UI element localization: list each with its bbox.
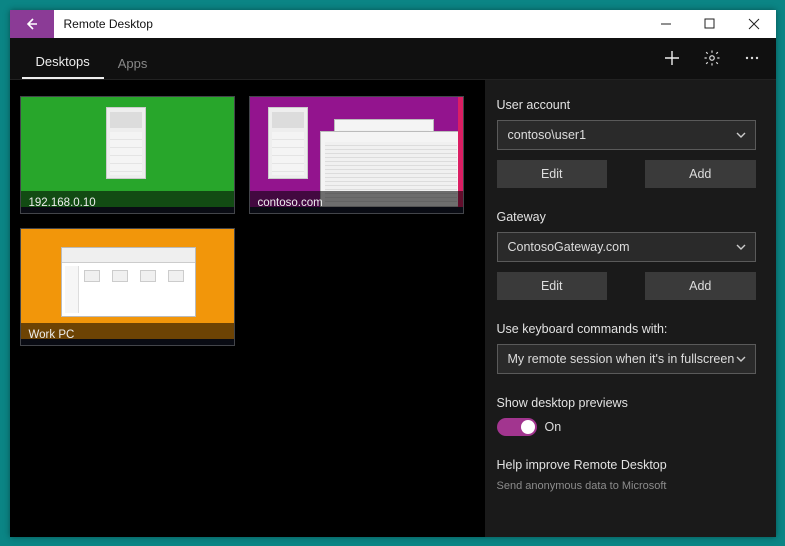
user-account-select[interactable]: contoso\user1: [497, 120, 756, 150]
arrow-left-icon: [24, 16, 40, 32]
gear-icon: [703, 49, 721, 67]
app-window: Remote Desktop Desktops Apps: [10, 10, 776, 537]
previews-toggle[interactable]: [497, 418, 537, 436]
minimize-button[interactable]: [644, 10, 688, 38]
tabs: Desktops Apps: [10, 38, 162, 79]
gateway-label: Gateway: [497, 210, 756, 224]
previews-section: Show desktop previews On: [497, 396, 756, 436]
close-icon: [748, 18, 760, 30]
gateway-add-button[interactable]: Add: [645, 272, 756, 300]
gateway-section: Gateway ContosoGateway.com Edit Add: [497, 210, 756, 300]
previews-state: On: [545, 420, 562, 434]
tile-label: contoso.com: [250, 191, 463, 213]
tile-label: Work PC: [21, 323, 234, 345]
more-icon: [743, 49, 761, 67]
keyboard-section: Use keyboard commands with: My remote se…: [497, 322, 756, 374]
tab-apps[interactable]: Apps: [104, 46, 162, 79]
settings-panel: User account contoso\user1 Edit Add Gate…: [485, 80, 776, 537]
settings-button[interactable]: [692, 37, 732, 79]
close-button[interactable]: [732, 10, 776, 38]
tab-desktops[interactable]: Desktops: [22, 44, 104, 79]
more-button[interactable]: [732, 37, 772, 79]
plus-icon: [663, 49, 681, 67]
desktop-tile[interactable]: 192.168.0.10: [20, 96, 235, 214]
titlebar: Remote Desktop: [10, 10, 776, 38]
keyboard-select[interactable]: My remote session when it's in fullscree…: [497, 344, 756, 374]
desktop-tile[interactable]: contoso.com: [249, 96, 464, 214]
body: 192.168.0.10 contoso.com: [10, 80, 776, 537]
chevron-down-icon: [735, 129, 747, 141]
chevron-down-icon: [735, 353, 747, 365]
back-button[interactable]: [10, 10, 54, 38]
tabbar-actions: [652, 38, 776, 79]
minimize-icon: [660, 18, 672, 30]
keyboard-label: Use keyboard commands with:: [497, 322, 756, 336]
user-account-label: User account: [497, 98, 756, 112]
desktop-tile[interactable]: Work PC: [20, 228, 235, 346]
user-account-value: contoso\user1: [508, 128, 587, 142]
maximize-button[interactable]: [688, 10, 732, 38]
tile-label: 192.168.0.10: [21, 191, 234, 213]
previews-label: Show desktop previews: [497, 396, 756, 410]
tabbar: Desktops Apps: [10, 38, 776, 80]
help-section: Help improve Remote Desktop Send anonymo…: [497, 458, 756, 492]
help-sub: Send anonymous data to Microsoft: [497, 480, 756, 492]
keyboard-value: My remote session when it's in fullscree…: [508, 352, 735, 366]
desktop-grid: 192.168.0.10 contoso.com: [10, 80, 485, 537]
user-account-edit-button[interactable]: Edit: [497, 160, 608, 188]
gateway-edit-button[interactable]: Edit: [497, 272, 608, 300]
user-account-add-button[interactable]: Add: [645, 160, 756, 188]
caption-buttons: [644, 10, 776, 38]
maximize-icon: [704, 18, 715, 29]
window-title: Remote Desktop: [54, 10, 644, 38]
gateway-select[interactable]: ContosoGateway.com: [497, 232, 756, 262]
help-label: Help improve Remote Desktop: [497, 458, 756, 472]
gateway-value: ContosoGateway.com: [508, 240, 630, 254]
chevron-down-icon: [735, 241, 747, 253]
user-account-section: User account contoso\user1 Edit Add: [497, 98, 756, 188]
add-desktop-button[interactable]: [652, 37, 692, 79]
